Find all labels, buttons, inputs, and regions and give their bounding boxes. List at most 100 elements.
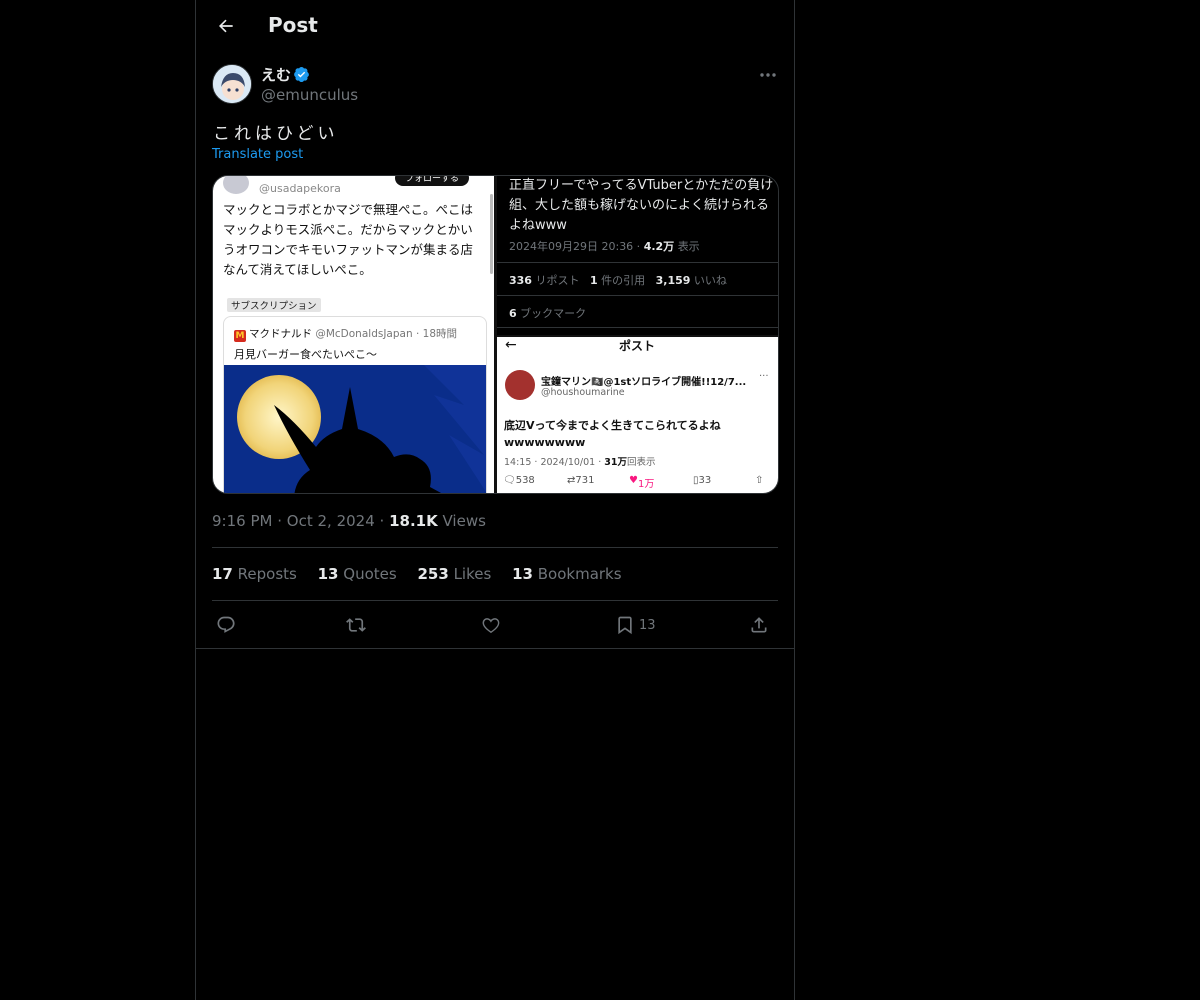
screenshot-bookmark: ▯ 33 (693, 475, 712, 486)
quotes-count: 13 (317, 565, 339, 583)
screenshot-quotes: 1 (589, 274, 598, 287)
screenshot-stats: 336 リポスト 1 件の引用 3,159 いいね (509, 272, 727, 288)
screenshot-title: ポスト (619, 339, 656, 353)
page-title: Post (268, 13, 318, 37)
post-text: これはひどい (213, 124, 339, 144)
screenshot-bookmarks: 33 (698, 475, 712, 486)
repost-icon (346, 618, 366, 632)
quotes-label: Quotes (343, 565, 397, 583)
post-column: Post えむ @emunculus これはひどい Translate post… (195, 0, 795, 1000)
bookmarks-label: Bookmarks (537, 565, 622, 583)
screenshot-text: マックとコラボとかマジで無理ぺこ。ぺこはマックよりモス派ぺこ。だからマックとかい… (223, 202, 474, 277)
screenshot-reposts: 336 (509, 274, 532, 287)
screenshot-views: 4.2万 (643, 240, 675, 253)
media-image-top-right[interactable]: 正直フリーでやってるVTuberとかただの負け組、大した額も稼げないのによく続け… (497, 176, 778, 335)
quote-text: 月見バーガー食べたいぺこ〜 (234, 348, 377, 361)
screenshot-back-arrow-icon: ← (505, 337, 517, 353)
screenshot-divider (497, 295, 778, 296)
screenshot-likes: 3,159 (655, 274, 691, 287)
divider (196, 648, 794, 649)
heart-icon (482, 618, 500, 634)
screenshot-reply: 🗨 538 (503, 475, 535, 486)
screenshot-reposts-label: リポスト (535, 274, 580, 287)
bookmarks-count: 13 (512, 565, 533, 583)
meta-dot: · (379, 512, 390, 530)
screenshot-handle: @usadapekora (259, 182, 341, 195)
action-bar: 13 (212, 611, 778, 641)
screenshot-views: 31万 (604, 457, 628, 468)
bookmarks-stat[interactable]: 13 Bookmarks (512, 565, 621, 583)
screenshot-views-label: 表示 (677, 240, 700, 253)
media-grid[interactable]: @usadapekora フォローする マックとコラボとかマジで無理ぺこ。ぺこは… (212, 175, 779, 494)
screenshot-likes-label: いいね (693, 274, 727, 287)
screenshot-bookmarks-count: 6 (509, 307, 517, 320)
avatar-image (213, 65, 251, 103)
quote-name: マクドナルド (249, 328, 312, 340)
screenshot-follow-pill: フォローする (395, 176, 469, 186)
moon-scene-image (224, 365, 486, 493)
screenshot-handle: @houshoumarine (541, 387, 625, 398)
screenshot-subscription-tag: サブスクリプション (227, 298, 321, 312)
quotes-stat[interactable]: 13 Quotes (318, 565, 397, 583)
reposts-stat[interactable]: 17 Reposts (212, 565, 297, 583)
reply-icon (217, 616, 235, 633)
screenshot-date: 14:15 · 2024/10/01 · 31万回表示 (504, 457, 656, 468)
screenshot-views-label: 回表示 (627, 457, 656, 468)
like-button[interactable] (481, 611, 501, 639)
screenshot-avatar (223, 176, 249, 194)
screenshot-divider (497, 262, 778, 263)
post-stats: 17 Reposts 13 Quotes 253 Likes 13 Bookma… (212, 565, 638, 583)
screenshot-name: 宝鐘マリン🏴‍☠️@1stソロライブ開催!!12/7... (541, 377, 747, 388)
more-horizontal-icon (760, 73, 776, 77)
screenshot-likes: 1万 (637, 479, 655, 490)
repost-button[interactable] (346, 611, 366, 639)
more-options-button[interactable] (754, 64, 782, 86)
mcdonalds-logo-icon: M (234, 330, 246, 342)
screenshot-date-value: 2024/10/01 (540, 457, 596, 468)
translate-post-link[interactable]: Translate post (212, 147, 303, 162)
verified-badge-icon (293, 66, 310, 87)
reply-button[interactable] (216, 611, 236, 639)
screenshot-date: 2024年09月29日 20:36 · 4.2万 表示 (509, 240, 700, 253)
views-count: 18.1K (389, 512, 438, 530)
screenshot-quote-card: M マクドナルド @McDonaldsJapan · 18時間 月見バーガー食べた… (223, 316, 487, 493)
bookmark-count: 13 (639, 617, 656, 633)
screenshot-like: ♥ 1万 (629, 475, 655, 490)
screenshot-quote-header: M マクドナルド @McDonaldsJapan · 18時間 (234, 326, 457, 342)
likes-stat[interactable]: 253 Likes (417, 565, 491, 583)
screenshot-text: 底辺Vって今までよく生きてこられてるよね wwwwwwww (504, 419, 721, 449)
divider (212, 600, 778, 601)
views-label: Views (442, 512, 486, 530)
back-button[interactable] (208, 8, 244, 44)
screenshot-replies: 538 (515, 475, 535, 486)
page-header: Post (196, 0, 794, 53)
bookmark-icon (618, 616, 632, 635)
screenshot-text: 正直フリーでやってるVTuberとかただの負け組、大した額も稼げないのによく続け… (509, 178, 774, 233)
screenshot-repost: ⇄ 731 (567, 475, 595, 486)
post-date[interactable]: Oct 2, 2024 (287, 512, 375, 530)
reposts-label: Reposts (237, 565, 297, 583)
reposts-count: 17 (212, 565, 233, 583)
screenshot-bookmarks-label: ブックマーク (520, 307, 587, 320)
author-display-name[interactable]: えむ (261, 64, 291, 85)
screenshot-bookmarks: 6 ブックマーク (509, 305, 586, 321)
post-time[interactable]: 9:16 PM (212, 512, 272, 530)
arrow-left-icon (219, 19, 233, 33)
screenshot-more-icon: ··· (759, 371, 769, 382)
quote-dot: · (412, 328, 423, 340)
screenshot-share-icon: ⇧ (755, 475, 764, 486)
share-icon (751, 617, 767, 633)
media-image-left[interactable]: @usadapekora フォローする マックとコラボとかマジで無理ぺこ。ぺこは… (213, 176, 494, 493)
likes-count: 253 (417, 565, 449, 583)
screenshot-reposts: 731 (575, 475, 595, 486)
avatar[interactable] (212, 64, 252, 104)
share-button[interactable] (749, 611, 769, 639)
author-handle[interactable]: @emunculus (261, 86, 358, 104)
screenshot-divider (497, 327, 778, 328)
bookmark-button[interactable]: 13 (615, 611, 656, 639)
media-image-bottom-right[interactable]: ← ポスト 宝鐘マリン🏴‍☠️@1stソロライブ開催!!12/7... @hou… (497, 337, 778, 493)
screenshot-avatar (505, 370, 535, 400)
screenshot-scrollbar (490, 194, 493, 274)
likes-label: Likes (453, 565, 492, 583)
divider (212, 547, 778, 548)
